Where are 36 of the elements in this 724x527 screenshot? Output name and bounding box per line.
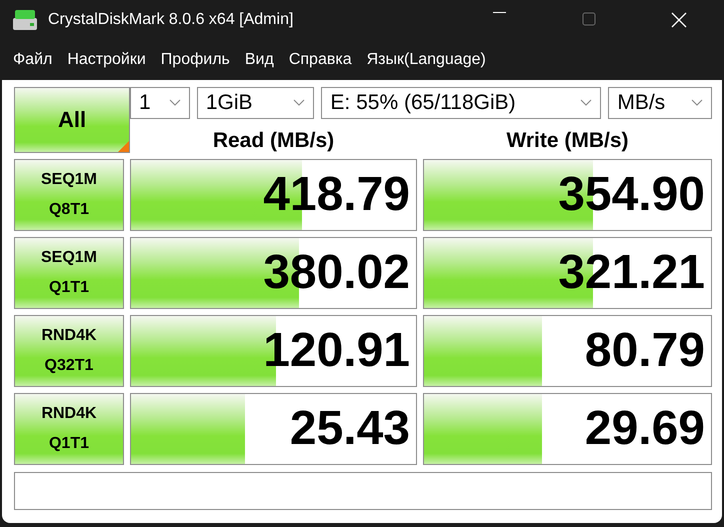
minimize-icon — [492, 12, 506, 13]
dropdown[interactable]: MB/s — [608, 87, 712, 119]
dropdown[interactable]: E: 55% (65/118GiB) — [321, 87, 602, 119]
menu-item[interactable]: Настройки — [60, 51, 154, 69]
menu-item[interactable]: Файл — [6, 51, 60, 69]
maximize-icon — [582, 12, 596, 26]
all-button[interactable]: All — [14, 87, 130, 153]
result-value: 321.21 — [558, 245, 705, 301]
result-value: 418.79 — [263, 167, 410, 223]
test-button[interactable]: SEQ1M Q1T1 — [14, 237, 124, 309]
result-value: 120.91 — [263, 323, 410, 379]
result-value: 80.79 — [584, 323, 705, 379]
comment-field[interactable] — [14, 472, 712, 510]
result-value: 380.02 — [263, 245, 410, 301]
test-button[interactable]: RND4K Q32T1 — [14, 315, 124, 387]
dropdown[interactable]: 1 — [130, 87, 190, 119]
menu-item[interactable]: Справка — [282, 51, 360, 69]
menu-item[interactable]: Вид — [238, 51, 282, 69]
chevron-icon — [293, 99, 306, 107]
test-button[interactable]: RND4K Q1T1 — [14, 393, 124, 465]
column-header: Read (MB/s) — [212, 129, 336, 153]
chevron-icon — [691, 99, 703, 107]
corner-icon — [118, 141, 129, 152]
result-value: 25.43 — [290, 401, 410, 457]
chevron-icon — [168, 99, 181, 107]
dropdown[interactable]: 1GiB — [196, 87, 314, 119]
result-value: 29.69 — [584, 401, 705, 457]
column-header: Write (MB/s) — [505, 129, 630, 153]
menu-item[interactable]: Профиль — [154, 51, 238, 69]
test-button[interactable]: SEQ1M Q8T1 — [14, 159, 124, 231]
disk-icon — [12, 9, 38, 31]
result-value: 354.90 — [558, 167, 705, 223]
window-title: CrystalDiskMark 8.0.6 x64 [Admin] — [48, 11, 294, 29]
chevron-icon — [580, 99, 592, 107]
close-icon — [671, 12, 687, 28]
menu-item[interactable]: Язык(Language) — [360, 51, 494, 69]
